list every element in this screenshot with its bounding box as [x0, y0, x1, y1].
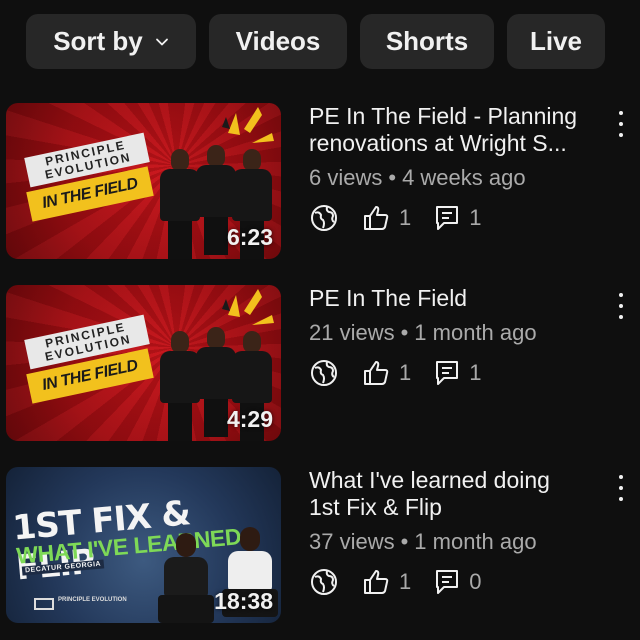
- comment-count: 1: [469, 360, 482, 385]
- video-duration: 6:23: [226, 224, 273, 250]
- video-duration: 18:38: [214, 588, 273, 614]
- sort-by-chip[interactable]: Sort by: [26, 14, 196, 69]
- video-list-item[interactable]: 1ST FIX & FLIP WHAT I'VE LEARNED DECATUR…: [6, 467, 640, 623]
- view-count: 21 views: [309, 320, 395, 345]
- globe-icon: [311, 360, 337, 386]
- video-duration: 4:29: [226, 406, 273, 432]
- video-title-line: 1st Fix & Flip: [309, 494, 442, 520]
- person-figure: [160, 331, 200, 441]
- visibility-status: [309, 567, 339, 597]
- video-list-item[interactable]: PRINCIPLE EVOLUTION IN THE FIELD 4:29 PE…: [6, 285, 640, 441]
- video-title-line: What I've learned doing: [309, 467, 550, 493]
- thumbs-up-icon: [364, 570, 389, 594]
- video-stats: 37 views • 1 month ago: [309, 529, 609, 555]
- person-figure: [160, 149, 200, 259]
- upload-age: 4 weeks ago: [402, 165, 526, 190]
- video-title-line: PE In The Field: [309, 285, 468, 311]
- video-thumbnail[interactable]: PRINCIPLE EVOLUTION IN THE FIELD 6:23: [6, 103, 281, 259]
- video-title[interactable]: PE In The Field - Planning renovations a…: [309, 103, 609, 157]
- video-actions: 1 0: [309, 567, 609, 597]
- comment-count: 0: [469, 569, 482, 594]
- like-count: 1: [399, 569, 412, 594]
- video-stats: 6 views • 4 weeks ago: [309, 165, 609, 191]
- live-chip-label: Live: [529, 26, 583, 56]
- upload-age: 1 month ago: [414, 320, 537, 345]
- video-title[interactable]: PE In The Field: [309, 285, 609, 312]
- likes-stat[interactable]: 1: [361, 358, 411, 388]
- video-actions: 1 1: [309, 203, 609, 233]
- visibility-status: [309, 203, 339, 233]
- video-stats: 21 views • 1 month ago: [309, 320, 609, 346]
- video-meta: What I've learned doing 1st Fix & Flip 3…: [309, 467, 609, 597]
- like-count: 1: [399, 360, 412, 385]
- comment-count: 1: [469, 205, 482, 230]
- globe-icon: [311, 569, 337, 595]
- video-title-line: PE In The Field - Planning: [309, 103, 578, 129]
- comment-icon: [436, 206, 459, 230]
- video-meta: PE In The Field - Planning renovations a…: [309, 103, 609, 233]
- video-title-line: renovations at Wright S...: [309, 130, 567, 156]
- video-thumbnail[interactable]: 1ST FIX & FLIP WHAT I'VE LEARNED DECATUR…: [6, 467, 281, 623]
- videos-chip-label: Videos: [235, 26, 321, 56]
- more-vert-icon[interactable]: [614, 475, 628, 501]
- more-vert-icon[interactable]: [614, 111, 628, 137]
- comment-icon: [436, 361, 459, 385]
- video-list-item[interactable]: PRINCIPLE EVOLUTION IN THE FIELD 6:23 PE…: [6, 103, 640, 259]
- separator-dot: •: [400, 320, 409, 345]
- view-count: 37 views: [309, 529, 395, 554]
- separator-dot: •: [388, 165, 397, 190]
- comment-icon: [436, 570, 459, 594]
- comments-stat[interactable]: 1: [433, 358, 482, 388]
- video-actions: 1 1: [309, 358, 609, 388]
- video-thumbnail[interactable]: PRINCIPLE EVOLUTION IN THE FIELD 4:29: [6, 285, 281, 441]
- thumbnail-brand-text: PRINCIPLE EVOLUTION: [58, 597, 127, 603]
- comments-stat[interactable]: 1: [433, 203, 482, 233]
- video-meta: PE In The Field 21 views • 1 month ago 1 1: [309, 285, 609, 388]
- upload-age: 1 month ago: [414, 529, 537, 554]
- more-vert-icon[interactable]: [614, 293, 628, 319]
- person-figure: [158, 533, 214, 623]
- visibility-status: [309, 358, 339, 388]
- comments-stat[interactable]: 0: [433, 567, 482, 597]
- globe-icon: [311, 205, 337, 231]
- separator-dot: •: [400, 529, 409, 554]
- chevron-down-icon: [155, 38, 168, 45]
- thumbs-up-icon: [364, 206, 389, 230]
- brand-logo-icon: [34, 598, 54, 610]
- videos-chip[interactable]: Videos: [209, 14, 347, 69]
- shorts-chip[interactable]: Shorts: [360, 14, 494, 69]
- view-count: 6 views: [309, 165, 383, 190]
- shorts-chip-label: Shorts: [385, 26, 469, 56]
- filter-chips: Sort by Videos Shorts Live: [26, 14, 605, 69]
- like-count: 1: [399, 205, 412, 230]
- sort-by-label: Sort by: [53, 26, 143, 56]
- likes-stat[interactable]: 1: [361, 567, 411, 597]
- video-title[interactable]: What I've learned doing 1st Fix & Flip: [309, 467, 609, 521]
- live-chip[interactable]: Live: [507, 14, 605, 69]
- likes-stat[interactable]: 1: [361, 203, 411, 233]
- thumbs-up-icon: [364, 361, 389, 385]
